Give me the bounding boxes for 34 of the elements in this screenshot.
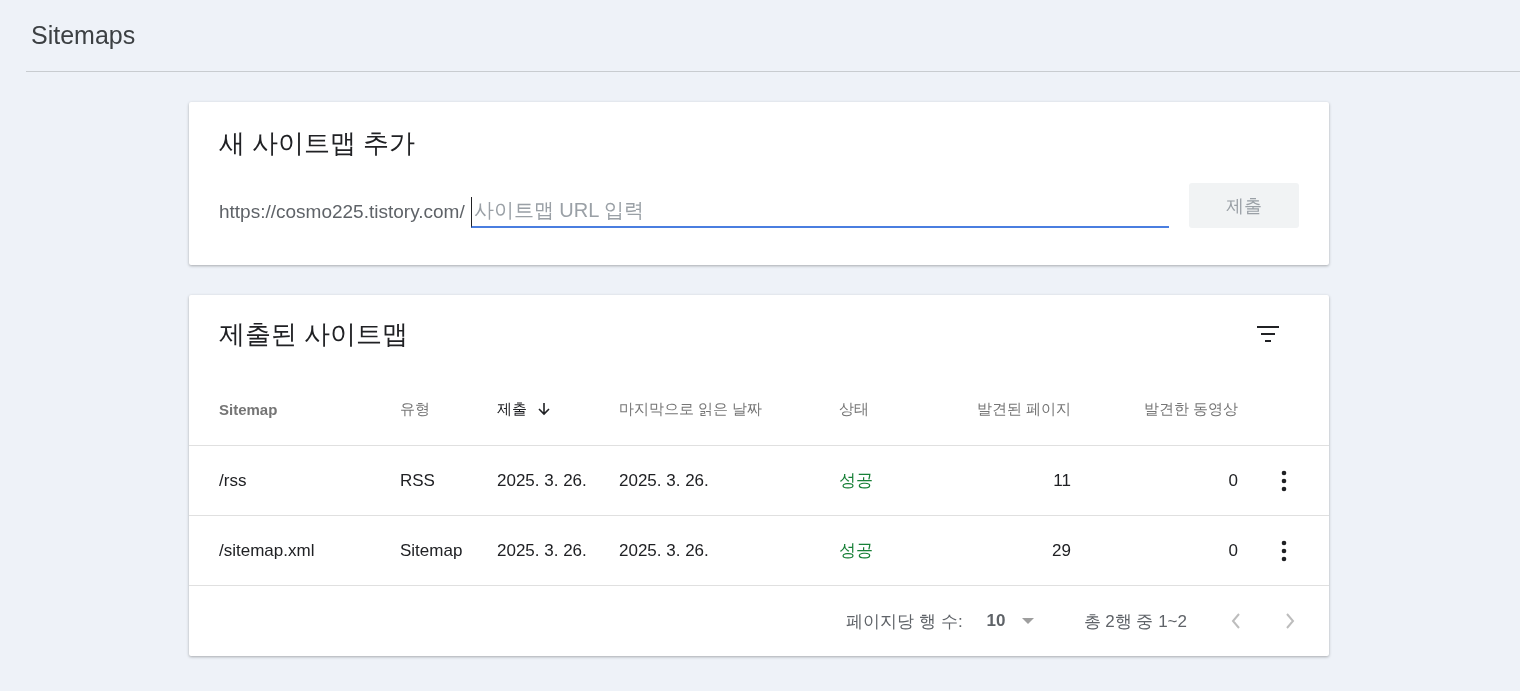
table-cell-text: 0 — [1227, 540, 1238, 561]
more-options-icon[interactable] — [1280, 469, 1287, 492]
card-title: 제출된 사이트맵 — [219, 317, 409, 351]
filter-icon[interactable] — [1256, 326, 1280, 342]
column-header[interactable]: 발견된 페이지 — [939, 399, 1071, 419]
status-cell-text: 성공 — [839, 540, 874, 562]
sitemap-url-input[interactable]: 사이트맵 URL 입력 — [470, 197, 1169, 228]
table-cell-text: 2025. 3. 26. — [619, 540, 710, 561]
table-cell-text: 29 — [1051, 540, 1071, 561]
dropdown-caret-icon — [1021, 618, 1034, 624]
table-cell-text: 2025. 3. 26. — [619, 470, 710, 491]
table-cell-text: 2025. 3. 26. — [497, 540, 588, 561]
status-cell-text: 성공 — [839, 470, 874, 492]
column-header[interactable]: Sitemap — [219, 400, 400, 418]
column-header[interactable]: 제출 — [497, 399, 619, 419]
column-header[interactable]: 상태 — [839, 399, 939, 419]
more-options-icon[interactable] — [1280, 539, 1287, 562]
sort-arrow-icon — [537, 402, 551, 416]
rows-per-page-select[interactable]: 10 — [986, 611, 1034, 631]
table-cell-text: RSS — [400, 470, 436, 491]
url-prefix: https://cosmo225.tistory.com/ — [219, 201, 465, 224]
page-range: 총 2행 중 1~2 — [1083, 610, 1187, 633]
column-header[interactable]: 유형 — [400, 399, 497, 419]
table-cell-text: /sitemap.xml — [219, 540, 316, 561]
table-cell-text: Sitemap — [400, 540, 464, 561]
page-title: Sitemaps — [31, 21, 136, 50]
card-title: 새 사이트맵 추가 — [219, 127, 417, 160]
rows-per-page-label: 페이지당 행 수: — [846, 610, 963, 633]
table-cell-text: 0 — [1227, 470, 1238, 491]
column-header[interactable]: 마지막으로 읽은 날짜 — [619, 399, 839, 419]
table-cell-text: /rss — [219, 470, 248, 491]
column-header[interactable]: 발견한 동영상 — [1071, 399, 1238, 419]
table-cell-text: 2025. 3. 26. — [497, 470, 588, 491]
table-cell-text: 11 — [1052, 470, 1071, 491]
